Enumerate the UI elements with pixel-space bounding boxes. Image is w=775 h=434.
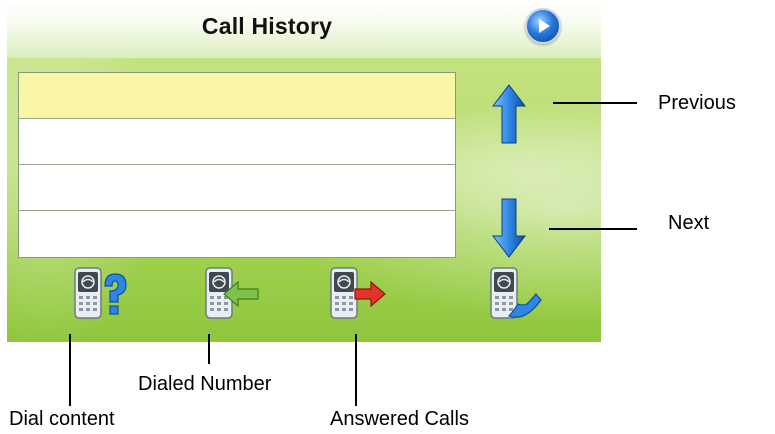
dialed-number-callout-line xyxy=(208,334,210,364)
dial-content-label: Dial content xyxy=(9,408,115,430)
dialed-number-label: Dialed Number xyxy=(138,373,272,395)
list-item[interactable] xyxy=(19,211,455,257)
arrow-up-icon[interactable] xyxy=(492,84,526,144)
phone-question-icon[interactable] xyxy=(69,264,131,326)
call-list xyxy=(18,72,456,258)
title-bar: Call History xyxy=(7,0,601,58)
phone-red-arrow-icon[interactable] xyxy=(325,264,387,326)
next-label: Next xyxy=(668,212,710,234)
play-triangle-icon xyxy=(539,19,550,33)
list-item[interactable] xyxy=(19,119,455,165)
call-history-screen: Call History xyxy=(7,0,601,342)
arrow-down-icon[interactable] xyxy=(492,198,526,258)
next-callout-line xyxy=(549,228,637,230)
answered-calls-label: Answered Calls xyxy=(330,408,469,430)
page-title: Call History xyxy=(201,13,333,39)
list-item[interactable] xyxy=(19,165,455,211)
dial-content-callout-line xyxy=(69,334,71,406)
phone-green-arrow-icon[interactable] xyxy=(200,264,262,326)
phone-handset-icon[interactable] xyxy=(485,264,547,326)
answered-calls-callout-line xyxy=(355,334,357,406)
play-icon[interactable] xyxy=(525,8,561,44)
previous-label: Previous xyxy=(658,92,736,114)
list-item[interactable] xyxy=(19,73,455,119)
previous-callout-line xyxy=(553,102,637,104)
